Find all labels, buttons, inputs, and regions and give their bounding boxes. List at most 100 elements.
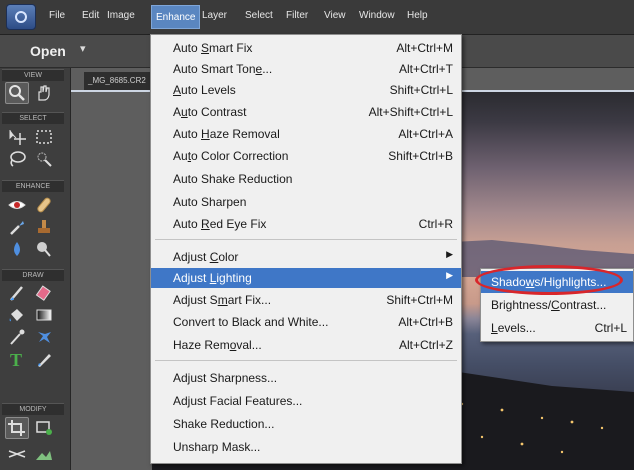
submenu-arrow-icon: ▶ — [446, 249, 453, 259]
enhance-menu: Auto Smart Fix Alt+Ctrl+M Auto Smart Ton… — [150, 34, 462, 464]
menu-separator — [155, 360, 457, 361]
menu-item-label: Auto Contrast — [173, 105, 247, 119]
menu-item-auto-levels[interactable]: Auto Levels Shift+Ctrl+L — [151, 80, 461, 100]
menu-item-label: Unsharp Mask... — [173, 440, 261, 454]
svg-text:T: T — [10, 350, 22, 368]
menu-bar: File Edit Image Enhance Layer Select Fil… — [0, 0, 634, 35]
section-select: SELECT — [2, 112, 64, 124]
menu-item-shake-reduction[interactable]: Shake Reduction... — [151, 414, 461, 434]
menu-item-label: Auto Sharpen — [173, 195, 247, 209]
smart-brush-tool-icon[interactable] — [5, 216, 29, 238]
menu-item-auto-smart-fix[interactable]: Auto Smart Fix Alt+Ctrl+M — [151, 38, 461, 58]
menu-item-auto-haze-removal[interactable]: Auto Haze Removal Alt+Ctrl+A — [151, 124, 461, 144]
menu-item-auto-contrast[interactable]: Auto Contrast Alt+Shift+Ctrl+L — [151, 102, 461, 122]
lasso-tool-icon[interactable] — [5, 148, 29, 170]
red-eye-tool-icon[interactable] — [5, 194, 29, 216]
menu-item-adjust-sharpness[interactable]: Adjust Sharpness... — [151, 368, 461, 388]
pencil-tool-icon[interactable] — [32, 348, 56, 370]
brush-tool-icon[interactable] — [5, 282, 29, 304]
menu-item-label: Auto Smart Fix — [173, 41, 253, 55]
menu-enhance[interactable]: Enhance — [151, 5, 201, 29]
menu-item-label: Adjust Facial Features... — [173, 394, 303, 408]
menu-item-label: Levels... — [491, 321, 536, 335]
blur-tool-icon[interactable] — [5, 238, 29, 260]
menu-item-label: Haze Removal... — [173, 338, 262, 352]
custom-shape-tool-icon[interactable] — [32, 326, 56, 348]
menu-edit[interactable]: Edit — [82, 10, 99, 21]
open-button[interactable]: Open — [30, 43, 66, 59]
menu-image[interactable]: Image — [107, 10, 135, 21]
menu-item-shortcut: Alt+Ctrl+B — [398, 315, 453, 329]
menu-item-label: Brightness/Contrast... — [491, 298, 607, 312]
menu-item-shortcut: Shift+Ctrl+M — [386, 293, 453, 307]
menu-layer[interactable]: Layer — [202, 10, 227, 21]
content-move-tool-icon[interactable] — [32, 443, 56, 465]
menu-view[interactable]: View — [324, 10, 346, 21]
menu-item-adjust-facial-features[interactable]: Adjust Facial Features... — [151, 391, 461, 411]
menu-item-shortcut: Ctrl+R — [418, 217, 453, 231]
menu-item-adjust-lighting[interactable]: Adjust Lighting ▶ — [151, 268, 461, 288]
menu-item-label: Adjust Color — [173, 250, 239, 264]
submenu-arrow-icon: ▶ — [446, 270, 453, 280]
clone-stamp-tool-icon[interactable] — [32, 216, 56, 238]
menu-item-unsharp-mask[interactable]: Unsharp Mask... — [151, 437, 461, 457]
submenu-item-brightness-contrast[interactable]: Brightness/Contrast... — [481, 294, 633, 316]
submenu-item-levels[interactable]: Levels... Ctrl+L — [481, 317, 633, 339]
quick-selection-tool-icon[interactable] — [32, 148, 56, 170]
straighten-tool-icon[interactable] — [5, 443, 29, 465]
menu-item-shortcut: Alt+Ctrl+A — [398, 127, 453, 141]
menu-item-shortcut: Shift+Ctrl+B — [388, 149, 453, 163]
gradient-tool-icon[interactable] — [32, 304, 56, 326]
menu-item-label: Auto Smart Tone... — [173, 62, 273, 76]
menu-item-convert-black-white[interactable]: Convert to Black and White... Alt+Ctrl+B — [151, 312, 461, 332]
menu-item-label: Adjust Lighting — [173, 271, 252, 285]
menu-item-auto-shake-reduction[interactable]: Auto Shake Reduction — [151, 169, 461, 189]
menu-item-label: Adjust Sharpness... — [173, 371, 278, 385]
menu-item-adjust-color[interactable]: Adjust Color ▶ — [151, 247, 461, 267]
eraser-tool-icon[interactable] — [32, 282, 56, 304]
move-tool-icon[interactable] — [5, 126, 29, 148]
menu-item-shortcut: Shift+Ctrl+L — [389, 83, 453, 97]
section-view: VIEW — [2, 69, 64, 81]
menu-item-label: Convert to Black and White... — [173, 315, 329, 329]
menu-select[interactable]: Select — [245, 10, 273, 21]
recompose-tool-icon[interactable] — [32, 417, 56, 439]
menu-item-adjust-smart-fix[interactable]: Adjust Smart Fix... Shift+Ctrl+M — [151, 290, 461, 310]
sponge-tool-icon[interactable] — [32, 238, 56, 260]
menu-item-auto-red-eye-fix[interactable]: Auto Red Eye Fix Ctrl+R — [151, 214, 461, 234]
menu-item-shortcut: Alt+Ctrl+Z — [398, 338, 453, 352]
menu-item-auto-smart-tone[interactable]: Auto Smart Tone... Alt+Ctrl+T — [151, 59, 461, 79]
menu-item-label: Auto Haze Removal — [173, 127, 280, 141]
menu-file[interactable]: File — [49, 10, 65, 21]
menu-item-label: Auto Shake Reduction — [173, 172, 293, 186]
menu-help[interactable]: Help — [407, 10, 428, 21]
tool-panel: VIEW SELECT ENHANCE DRAW T MODIFY — [0, 68, 71, 470]
menu-item-label: Auto Color Correction — [173, 149, 289, 163]
menu-item-shortcut: Alt+Ctrl+M — [396, 41, 453, 55]
app-logo-icon[interactable] — [6, 4, 36, 30]
marquee-tool-icon[interactable] — [32, 126, 56, 148]
menu-item-label: Shake Reduction... — [173, 417, 275, 431]
section-modify: MODIFY — [2, 403, 64, 415]
open-dropdown-icon[interactable]: ▾ — [80, 42, 86, 55]
menu-item-auto-sharpen[interactable]: Auto Sharpen — [151, 192, 461, 212]
healing-brush-tool-icon[interactable] — [32, 194, 56, 216]
menu-item-label: Auto Red Eye Fix — [173, 217, 267, 231]
eyedropper-tool-icon[interactable] — [5, 326, 29, 348]
menu-window[interactable]: Window — [359, 10, 395, 21]
menu-separator — [155, 239, 457, 240]
menu-filter[interactable]: Filter — [286, 10, 308, 21]
menu-item-shortcut: Alt+Ctrl+T — [398, 62, 453, 76]
section-enhance: ENHANCE — [2, 180, 64, 192]
menu-item-shortcut: Alt+Shift+Ctrl+L — [368, 105, 453, 119]
menu-item-haze-removal[interactable]: Haze Removal... Alt+Ctrl+Z — [151, 335, 461, 355]
zoom-tool-icon[interactable] — [5, 82, 29, 104]
menu-item-label: Auto Levels — [173, 83, 236, 97]
type-tool-icon[interactable]: T — [5, 348, 29, 370]
menu-item-label: Adjust Smart Fix... — [173, 293, 272, 307]
menu-item-shortcut: Ctrl+L — [594, 321, 627, 335]
hand-tool-icon[interactable] — [32, 82, 56, 104]
paint-bucket-tool-icon[interactable] — [5, 304, 29, 326]
menu-item-auto-color-correction[interactable]: Auto Color Correction Shift+Ctrl+B — [151, 146, 461, 166]
crop-tool-icon[interactable] — [5, 417, 29, 439]
